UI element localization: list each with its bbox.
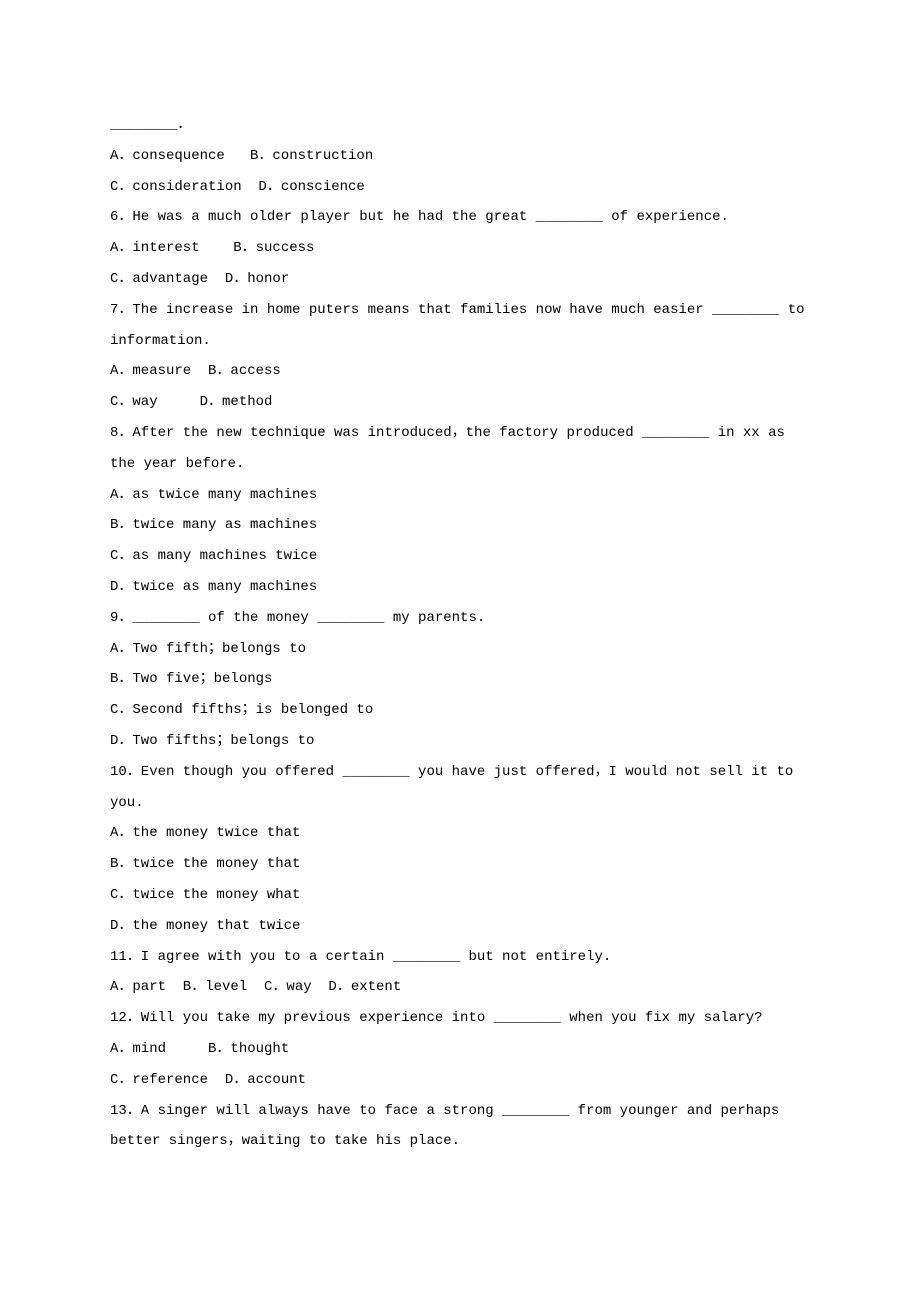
- text-line: A．the money twice that: [110, 818, 810, 849]
- text-line: D．twice as many machines: [110, 572, 810, 603]
- text-line: 11．I agree with you to a certain _______…: [110, 942, 810, 973]
- text-line: A．Two fifth；belongs to: [110, 634, 810, 665]
- text-line: B．Two five；belongs: [110, 664, 810, 695]
- text-line: A．measure B．access: [110, 356, 810, 387]
- text-line: 12．Will you take my previous experience …: [110, 1003, 810, 1034]
- text-line: D．Two fifths；belongs to: [110, 726, 810, 757]
- text-line: C．Second fifths；is belonged to: [110, 695, 810, 726]
- text-line: 10．Even though you offered ________ you …: [110, 757, 810, 819]
- text-line: B．twice the money that: [110, 849, 810, 880]
- text-line: C．consideration D．conscience: [110, 172, 810, 203]
- text-line: 8．After the new technique was introduced…: [110, 418, 810, 480]
- text-line: A．as twice many machines: [110, 480, 810, 511]
- text-line: C．advantage D．honor: [110, 264, 810, 295]
- text-line: C．way D．method: [110, 387, 810, 418]
- text-line: 9．________ of the money ________ my pare…: [110, 603, 810, 634]
- text-line: B．twice many as machines: [110, 510, 810, 541]
- text-line: A．part B．level C．way D．extent: [110, 972, 810, 1003]
- text-line: C．twice the money what: [110, 880, 810, 911]
- text-line: A．consequence B．construction: [110, 141, 810, 172]
- text-line: D．the money that twice: [110, 911, 810, 942]
- text-line: 7．The increase in home puters means that…: [110, 295, 810, 357]
- text-line: ________．: [110, 110, 810, 141]
- text-line: C．reference D．account: [110, 1065, 810, 1096]
- text-line: A．interest B．success: [110, 233, 810, 264]
- text-line: C．as many machines twice: [110, 541, 810, 572]
- text-line: 6．He was a much older player but he had …: [110, 202, 810, 233]
- text-line: A．mind B．thought: [110, 1034, 810, 1065]
- document-page: ________． A．consequence B．construction C…: [0, 0, 920, 1302]
- text-line: 13．A singer will always have to face a s…: [110, 1096, 810, 1158]
